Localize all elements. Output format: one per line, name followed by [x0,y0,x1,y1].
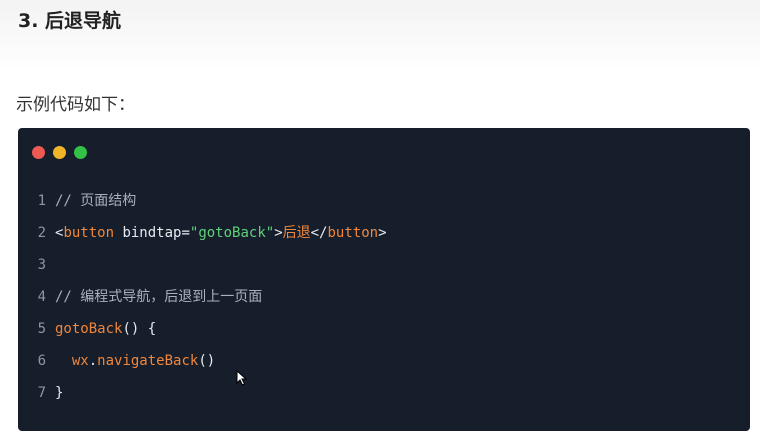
code-line: 7 } [18,382,750,414]
code-punct: = [181,225,190,241]
code-punct: < [55,225,64,241]
intro-text: 示例代码如下： [16,95,135,115]
code-punct: > [378,225,387,241]
code-punct: > [274,225,283,241]
code-lines: 1 // 页面结构 2 < button bindtap = "gotoBack" > 后… [18,190,750,414]
code-function: gotoBack [55,321,123,337]
maximize-dot-icon [74,146,87,159]
code-block: 1 // 页面结构 2 < button bindtap = "gotoBack" > 后… [18,128,750,431]
code-comment: // 页面结构 [55,193,137,209]
code-tag: button [327,225,379,241]
line-number: 3 [37,257,46,273]
code-string: "gotoBack" [189,225,275,241]
code-line: 3 [18,254,750,286]
line-number: 1 [37,193,46,209]
code-punct: . [88,353,98,369]
code-object: wx [71,353,89,369]
code-punct: () [198,353,216,369]
close-dot-icon [32,146,45,159]
code-comment: // 编程式导航，后退到上一页面 [55,289,263,305]
code-line: 5 gotoBack() { [18,318,750,350]
code-tag: button [63,225,115,241]
line-number: 4 [37,289,46,305]
line-number: 5 [37,321,46,337]
line-number: 6 [37,353,46,369]
section-heading: 3. 后退导航 [18,10,122,32]
window-controls [32,146,87,159]
code-punct: </ [310,225,328,241]
line-number: 2 [37,225,46,241]
code-punct: () { [122,321,157,337]
minimize-dot-icon [53,146,66,159]
code-text: 后退 [282,225,311,241]
code-method: navigateBack [97,353,199,369]
code-line: 4 // 编程式导航，后退到上一页面 [18,286,750,318]
code-line: 1 // 页面结构 [18,190,750,222]
line-number: 7 [37,385,46,401]
code-line: 6 wx. navigateBack() [18,350,750,382]
code-punct: } [55,385,64,401]
code-attr: bindtap [114,225,182,241]
code-line: 2 < button bindtap = "gotoBack" > 后退 </button > [18,222,750,254]
mouse-pointer-icon [236,370,248,386]
